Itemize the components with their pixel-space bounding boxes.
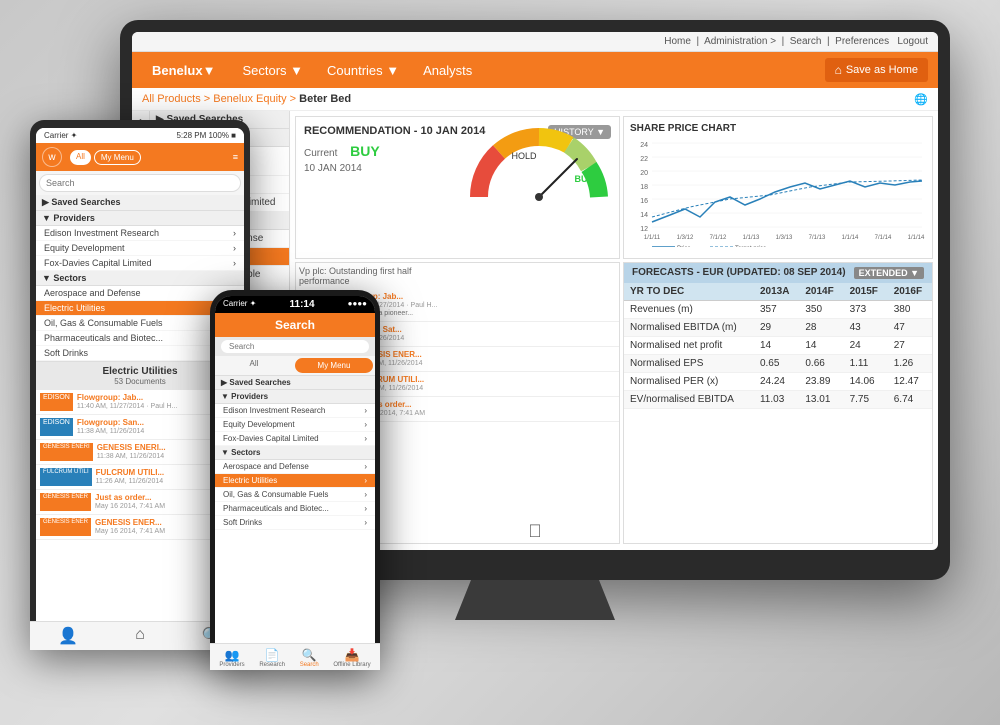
chart-title: SHARE PRICE CHART <box>630 123 926 134</box>
tablet-btn-all[interactable]: All <box>70 150 91 165</box>
phone-nav-tabs: All My Menu <box>215 356 375 376</box>
monitor-nav: Benelux▼ Sectors ▼ Countries ▼ Analysts … <box>132 52 938 88</box>
phone-offline-icon[interactable]: 📥 Offline Library <box>333 648 370 662</box>
svg-text:7/1/14: 7/1/14 <box>875 235 892 241</box>
col-2014: 2014F <box>799 283 843 301</box>
svg-text:1/1/14: 1/1/14 <box>908 235 925 241</box>
phone-sectors-header[interactable]: ▼ Sectors <box>215 446 375 460</box>
gauge-chart: HOLD BUY <box>469 127 609 207</box>
scene: Home | Administration > | Search | Prefe… <box>0 0 1000 725</box>
phone-search-bar <box>215 337 375 356</box>
nav-sectors[interactable]: Sectors ▼ <box>230 57 315 84</box>
tablet-saved-searches[interactable]: ▶ Saved Searches <box>36 195 244 211</box>
tablet-nav-buttons: All My Menu <box>70 150 141 165</box>
svg-text:24: 24 <box>640 142 648 149</box>
nav-countries[interactable]: Countries ▼ <box>315 57 411 84</box>
tablet-providers-header[interactable]: ▼ Providers <box>36 211 244 226</box>
phone-status-bar: Carrier ✦ 11:14 ●●●● <box>215 296 375 313</box>
forecasts-panel: FORECASTS - EUR (UPDATED: 08 SEP 2014) E… <box>623 262 933 544</box>
brand-benelux[interactable]: Benelux▼ <box>142 57 225 84</box>
tablet-logo-icon: w <box>42 147 62 167</box>
phone-content: ▶ Saved Searches ▼ Providers Edison Inve… <box>215 376 375 530</box>
svg-text:20: 20 <box>640 170 648 177</box>
topbar-links: Home | Administration > | Search | Prefe… <box>664 36 928 47</box>
table-row: Revenues (m) 357 350 373 380 <box>624 301 932 319</box>
tablet-status-bar: Carrier ✦ 5:28 PM 100% ■ <box>36 128 244 143</box>
svg-text:7/1/13: 7/1/13 <box>809 235 826 241</box>
monitor-topbar: Home | Administration > | Search | Prefe… <box>132 32 938 52</box>
save-as-home-button[interactable]: ⌂ Save as Home <box>825 58 928 82</box>
svg-text:HOLD: HOLD <box>511 151 537 161</box>
tablet-home-icon[interactable]: ⌂ <box>135 626 145 640</box>
share-price-chart-panel: SHARE PRICE CHART 24 22 20 18 16 14 12 <box>623 116 933 259</box>
svg-text:1/3/13: 1/3/13 <box>776 235 793 241</box>
svg-text:Price: Price <box>677 246 691 247</box>
tablet-btn-mymenu[interactable]: My Menu <box>94 150 141 165</box>
phone-provider-fox[interactable]: Fox-Davies Capital Limited› <box>215 432 375 446</box>
tablet-menu-icon[interactable]: ≡ <box>233 152 238 162</box>
svg-text:1/1/14: 1/1/14 <box>842 235 859 241</box>
globe-icon[interactable]: 🌐 <box>914 93 928 106</box>
svg-text:16: 16 <box>640 198 648 205</box>
svg-text:18: 18 <box>640 184 648 191</box>
col-2015: 2015F <box>844 283 888 301</box>
phone-sector-pharma[interactable]: Pharmaceuticals and Biotec...› <box>215 502 375 516</box>
col-2016: 2016F <box>888 283 932 301</box>
phone-frame: Carrier ✦ 11:14 ●●●● Search All My Menu … <box>210 290 380 670</box>
phone-sector-electric[interactable]: Electric Utilities› <box>215 474 375 488</box>
phone-sector-drinks[interactable]: Soft Drinks› <box>215 516 375 530</box>
price-chart-svg: 24 22 20 18 16 14 12 <box>630 137 925 247</box>
monitor-stand <box>455 580 615 620</box>
svg-text:1/3/12: 1/3/12 <box>677 235 694 241</box>
svg-text:7/1/12: 7/1/12 <box>710 235 727 241</box>
col-yr: YR TO DEC <box>624 283 754 301</box>
table-row: Normalised net profit 14 14 24 27 <box>624 337 932 355</box>
forecasts-header: FORECASTS - EUR (UPDATED: 08 SEP 2014) E… <box>624 263 932 283</box>
svg-text:BUY: BUY <box>574 174 593 184</box>
rec-buy-label: BUY <box>350 143 380 159</box>
phone-search-title: Search <box>215 313 375 337</box>
table-row: Normalised EPS 0.65 0.66 1.11 1.26 <box>624 355 932 373</box>
phone-provider-edison[interactable]: Edison Investment Research› <box>215 404 375 418</box>
tablet-provider-equity[interactable]: Equity Development › <box>36 241 244 256</box>
phone-providers-header[interactable]: ▼ Providers <box>215 390 375 404</box>
phone-search-input[interactable] <box>221 340 369 353</box>
table-row: EV/normalised EBITDA 11.03 13.01 7.75 6.… <box>624 391 932 409</box>
svg-text:22: 22 <box>640 156 648 163</box>
tablet-sectors-header[interactable]: ▼ Sectors <box>36 271 244 286</box>
svg-text:1/1/13: 1/1/13 <box>743 235 760 241</box>
phone-sector-aerospace[interactable]: Aerospace and Defense› <box>215 460 375 474</box>
phone-provider-equity[interactable]: Equity Development› <box>215 418 375 432</box>
svg-text:1/1/11: 1/1/11 <box>644 235 661 241</box>
table-row: Normalised PER (x) 24.24 23.89 14.06 12.… <box>624 373 932 391</box>
breadcrumb: All Products > Benelux Equity > Beter Be… <box>132 88 938 111</box>
phone-saved-searches[interactable]: ▶ Saved Searches <box>215 376 375 390</box>
svg-text:14: 14 <box>640 212 648 219</box>
extended-button[interactable]: EXTENDED ▼ <box>854 267 924 279</box>
tablet-search-input[interactable] <box>39 174 241 192</box>
phone-device: Carrier ✦ 11:14 ●●●● Search All My Menu … <box>210 290 380 670</box>
table-row: Normalised EBITDA (m) 29 28 43 47 <box>624 319 932 337</box>
apple-logo-icon:  <box>528 521 542 542</box>
tablet-topbar: w All My Menu ≡ <box>36 143 244 171</box>
phone-screen: Carrier ✦ 11:14 ●●●● Search All My Menu … <box>215 296 375 662</box>
phone-btn-mymenu[interactable]: My Menu <box>295 358 373 373</box>
forecasts-table: YR TO DEC 2013A 2014F 2015F 2016F <box>624 283 932 409</box>
col-2013: 2013A <box>754 283 799 301</box>
phone-sector-oil[interactable]: Oil, Gas & Consumable Fuels› <box>215 488 375 502</box>
tablet-provider-edison[interactable]: Edison Investment Research › <box>36 226 244 241</box>
nav-analysts[interactable]: Analysts <box>411 57 484 84</box>
phone-providers-icon[interactable]: 👥 Providers <box>219 648 244 662</box>
svg-text:12: 12 <box>640 226 648 233</box>
tablet-account-icon[interactable]: 👤 <box>58 626 78 640</box>
svg-text:Target price: Target price <box>735 246 767 247</box>
tablet-search-bar <box>36 171 244 195</box>
recommendation-panel: RECOMMENDATION - 10 JAN 2014 Current BUY… <box>295 116 620 259</box>
phone-search-bottom-icon[interactable]: 🔍 Search <box>300 648 319 662</box>
tablet-provider-fox[interactable]: Fox-Davies Capital Limited › <box>36 256 244 271</box>
phone-research-icon[interactable]: 📄 Research <box>259 648 285 662</box>
phone-bottom-nav: 👥 Providers 📄 Research 🔍 Search 📥 Offlin… <box>215 643 375 662</box>
phone-btn-all[interactable]: All <box>215 356 293 375</box>
